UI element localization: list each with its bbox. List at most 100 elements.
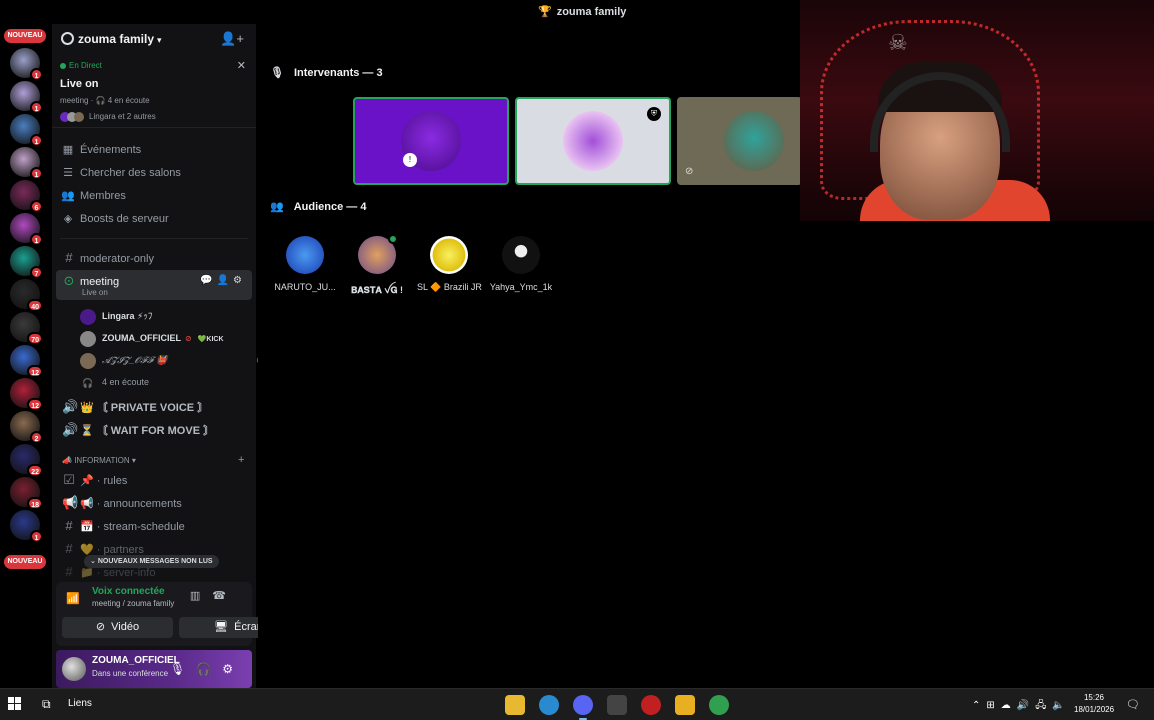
hash-icon: #: [65, 518, 73, 533]
clock-date: 18/01/2026: [1074, 705, 1115, 714]
file-explorer-icon[interactable]: [505, 695, 525, 715]
rockstar-icon[interactable]: [675, 695, 695, 715]
microphone-icon: 🎙: [270, 67, 284, 79]
disconnect-icon[interactable]: ☎: [212, 590, 238, 602]
user-panel[interactable]: ZOUMA_OFFICIEL Dans une conférence 🎙🎧⚙: [56, 650, 252, 688]
window-title: 🏆 zouma family: [538, 6, 627, 18]
channel-meeting[interactable]: ⊙ meeting Live on 💬👤⚙: [56, 270, 252, 300]
server-icon[interactable]: 12: [10, 345, 43, 378]
live-participants: Lingara et 2 autres: [60, 112, 156, 122]
voice-user-lingara[interactable]: Lingara ⚡ｯﾌ: [80, 306, 152, 326]
channel-rules[interactable]: ☑ 📌 · rules: [56, 469, 252, 491]
server-icon[interactable]: 1: [10, 114, 43, 147]
username: ZOUMA_OFFICIEL: [92, 655, 180, 666]
server-shield-icon: [61, 32, 74, 45]
avatar[interactable]: [62, 657, 86, 681]
video-button[interactable]: ⊘ Vidéo: [62, 617, 173, 638]
menu-events[interactable]: ▦ Événements: [60, 143, 141, 156]
notification-icon[interactable]: 🗨: [1126, 698, 1140, 711]
windows-start-icon[interactable]: [8, 697, 22, 711]
windows-taskbar: ⧉ Liens ⌃⊞☁🔊🖧🔈 15:26 18/01/2026 🗨: [0, 688, 1154, 720]
audience-member[interactable]: 𝐁𝐀𝐒𝐓𝐀 ꪜ𝐆 !: [345, 234, 409, 301]
channel-controls[interactable]: 💬👤⚙: [200, 270, 246, 292]
channel-sidebar: zouma family ▾ 👤+ En Direct ✕ Live on mee…: [52, 24, 294, 688]
webcam-overlay: ☠: [800, 0, 1154, 221]
stopwatch-icon[interactable]: [641, 695, 661, 715]
muted-icon: ⊘: [685, 166, 694, 177]
signal-icon[interactable]: 📶: [66, 592, 80, 605]
speaker-tile-lingara[interactable]: !: [353, 97, 509, 185]
channel-moderator-only[interactable]: # moderator-only: [56, 247, 252, 269]
new-unread-messages-pill[interactable]: ⌄ NOUVEAUX MESSAGES NON LUS: [84, 555, 219, 568]
server-icon[interactable]: 22: [10, 444, 43, 477]
terminal-icon[interactable]: [607, 695, 627, 715]
server-icon[interactable]: 70: [10, 312, 43, 345]
gear-icon[interactable]: ⚙: [222, 662, 244, 676]
speaker-avatar: [563, 111, 623, 171]
moderator-badge-icon: ⛨: [647, 107, 661, 121]
unread-badge: 1: [30, 530, 43, 543]
audience-member[interactable]: Yahya_Ymc_1k: [489, 236, 553, 292]
unread-badge: 1: [30, 167, 43, 180]
edge-icon[interactable]: [539, 695, 559, 715]
menu-members[interactable]: 👥 Membres: [60, 189, 126, 202]
links-toolbar[interactable]: Liens: [68, 698, 92, 709]
server-icon[interactable]: 12: [10, 378, 43, 411]
new-servers-badge-bottom[interactable]: NOUVEAU: [4, 555, 46, 569]
server-icon[interactable]: 1: [10, 147, 43, 180]
chrome-icon[interactable]: [709, 695, 729, 715]
live-title: Live on: [60, 78, 99, 90]
channel-private-voice[interactable]: 🔊 👑 〘 PRIVATE VOICE 〙: [56, 396, 252, 418]
speaker-tile-zouma[interactable]: ⛨: [515, 97, 671, 185]
listening-count[interactable]: 🎧 4 en écoute: [80, 372, 149, 392]
voice-panel-controls: ▥☎: [190, 589, 238, 602]
unread-badge: 6: [30, 200, 43, 213]
server-icon[interactable]: 18: [10, 477, 43, 510]
microphone-icon[interactable]: 🎙: [170, 662, 196, 676]
new-servers-badge[interactable]: NOUVEAU: [4, 29, 46, 43]
user-controls: 🎙🎧⚙: [170, 662, 244, 676]
unread-badge: 1: [30, 233, 43, 246]
channel-stream-schedule[interactable]: # 📅 · stream-schedule: [56, 515, 252, 537]
channel-wait-for-move[interactable]: 🔊 ⏳ 〘 WAIT FOR MOVE 〙: [56, 419, 252, 441]
voice-connected-label[interactable]: Voix connectée: [92, 586, 165, 597]
live-event-banner[interactable]: En Direct ✕ Live on meeting · 🎧 4 en éco…: [52, 56, 256, 128]
voice-user-zouma[interactable]: ZOUMA_OFFICIEL ⊘ 💚KICK: [80, 328, 224, 348]
speaker-icon: 🔊: [62, 422, 79, 437]
system-tray[interactable]: ⌃⊞☁🔊🖧🔈: [972, 698, 1071, 715]
category-information[interactable]: 📣 INFORMATION ▾ +: [62, 454, 244, 466]
menu-browse-channels[interactable]: ☰ Chercher des salons: [60, 166, 181, 179]
close-icon[interactable]: ✕: [237, 59, 246, 72]
voice-user-aziz[interactable]: 𝓐𝓩𝓘𝓩_𝓞𝓕𝓕 👹 ⊘: [80, 350, 264, 370]
server-icon[interactable]: 7: [10, 246, 43, 279]
chevron-down-icon: ▾: [157, 35, 162, 45]
server-icon[interactable]: 40: [10, 279, 43, 312]
live-status: En Direct: [60, 61, 102, 70]
unread-badge: 7: [30, 266, 43, 279]
voice-location[interactable]: meeting / zouma family: [92, 599, 174, 608]
menu-server-boosts[interactable]: ◈ Boosts de serveur: [60, 212, 169, 225]
headphones-icon[interactable]: 🎧: [196, 662, 222, 676]
add-channel-icon[interactable]: +: [238, 454, 244, 466]
speaker-tile-aziz[interactable]: ⊘: [677, 97, 802, 185]
discord-icon[interactable]: [573, 695, 593, 720]
clock[interactable]: 15:26 18/01/2026: [1074, 692, 1114, 716]
speaking-indicator-icon: !: [403, 153, 417, 167]
clock-time: 15:26: [1083, 693, 1105, 702]
audience-member[interactable]: SL 🔶 Brazili JR: [417, 236, 482, 293]
server-icon[interactable]: 2: [10, 411, 43, 444]
noise-suppression-icon[interactable]: ▥: [190, 590, 212, 602]
skull-flag-icon: ☠: [888, 30, 908, 55]
task-view-icon[interactable]: ⧉: [42, 697, 51, 712]
channel-announcements[interactable]: 📢 📢 · announcements: [56, 492, 252, 514]
invite-people-icon[interactable]: 👤+: [220, 31, 244, 47]
audience-member[interactable]: NARUTO_JU...: [273, 236, 337, 292]
server-icon[interactable]: 1: [10, 213, 43, 246]
server-icon[interactable]: 1: [10, 48, 43, 81]
server-icon[interactable]: 1: [10, 81, 43, 114]
server-icon[interactable]: 6: [10, 180, 43, 213]
server-icon[interactable]: 1: [10, 510, 43, 543]
server-header[interactable]: zouma family ▾ 👤+: [52, 24, 256, 54]
live-meta: meeting · 🎧 4 en écoute: [60, 96, 150, 105]
megaphone-icon: 📣: [62, 456, 72, 465]
